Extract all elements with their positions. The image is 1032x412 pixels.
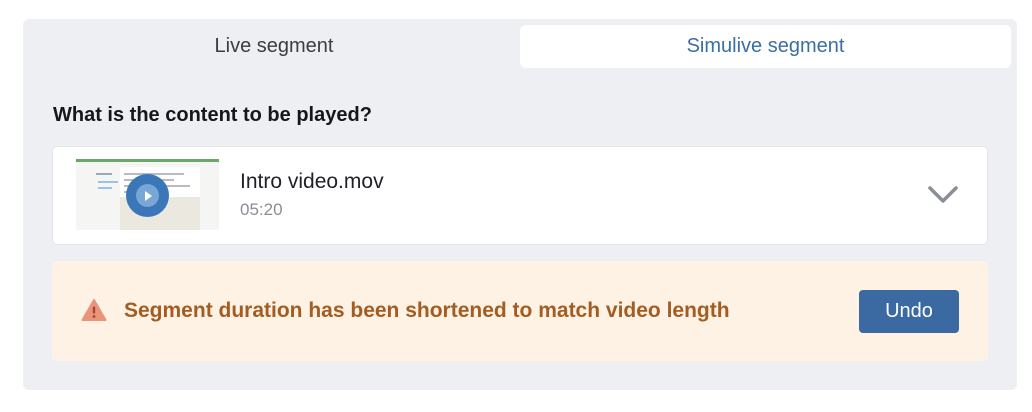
tab-simulive-segment[interactable]: Simulive segment [520,25,1011,68]
file-duration: 05:20 [240,200,283,219]
segment-tabs: Live segment Simulive segment [23,19,1017,74]
chevron-down-icon[interactable] [925,179,961,209]
tab-live-segment[interactable]: Live segment [29,25,519,68]
alert-message: Segment duration has been shortened to m… [124,299,730,322]
segment-panel: Live segment Simulive segment What is th… [23,19,1017,390]
tab-live-segment-label: Live segment [214,35,334,57]
warning-icon [81,299,107,321]
content-select[interactable]: Intro video.mov 05:20 [52,146,988,245]
content-question: What is the content to be played? [53,104,372,126]
undo-button[interactable]: Undo [859,290,959,333]
file-name: Intro video.mov [240,170,384,193]
duration-warning-alert: Segment duration has been shortened to m… [52,261,988,361]
video-thumbnail [76,159,219,230]
tab-simulive-segment-label: Simulive segment [686,35,845,57]
play-icon[interactable] [126,174,169,217]
